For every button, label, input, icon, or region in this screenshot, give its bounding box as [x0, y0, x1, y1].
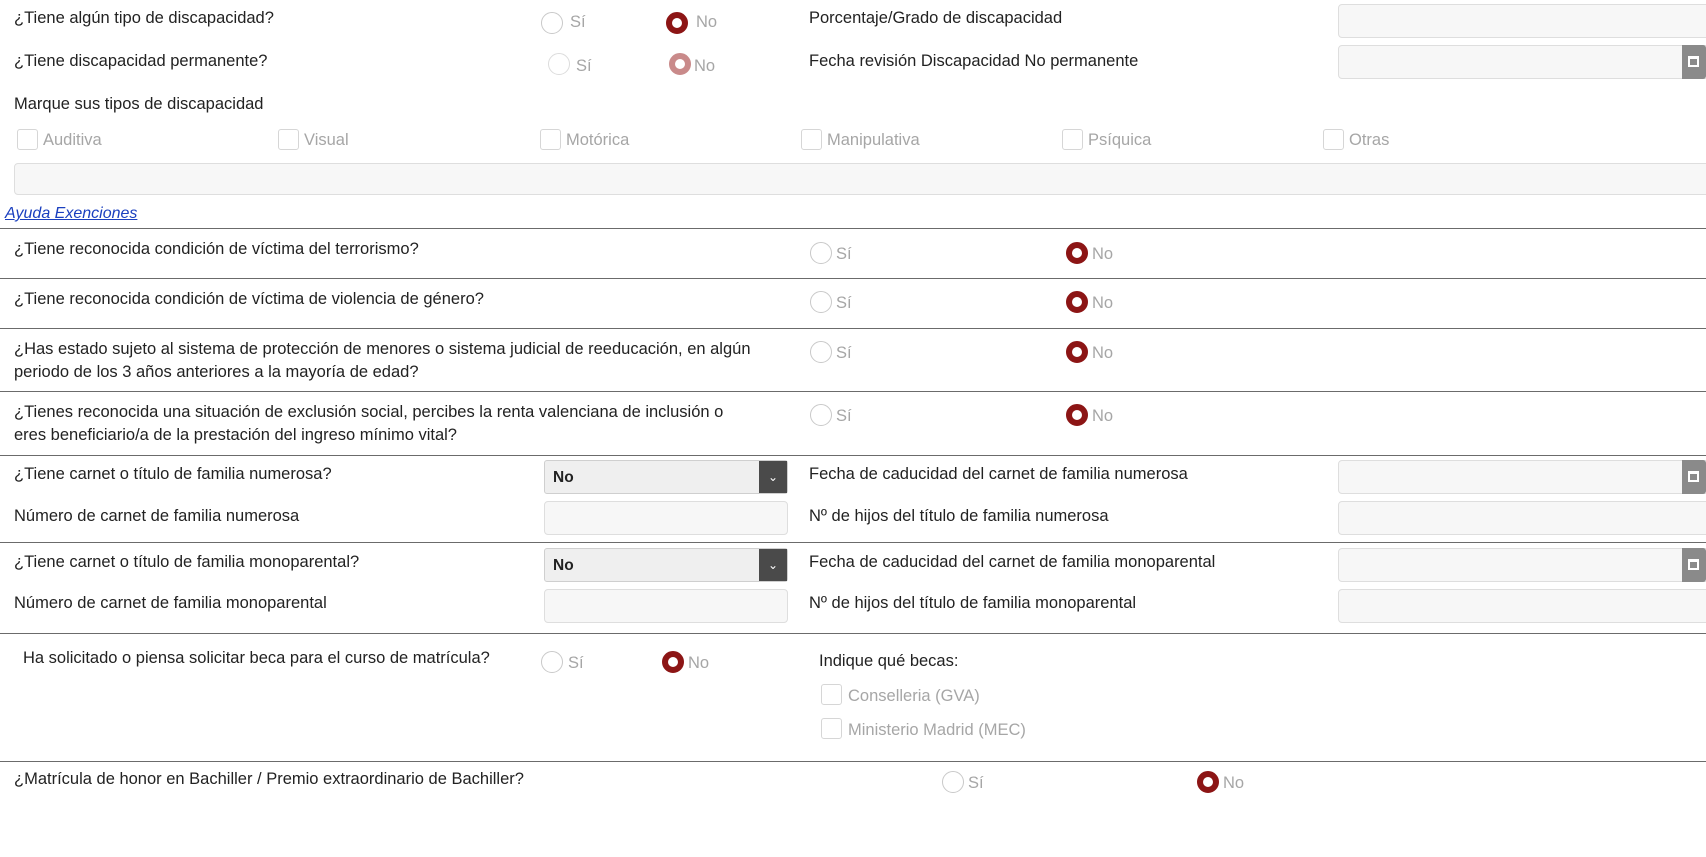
matricula-si-label: Sí — [968, 774, 984, 792]
beca-no-radio[interactable] — [662, 651, 684, 673]
tipo-otras-label: Otras — [1349, 131, 1390, 149]
exclusion-no-radio[interactable] — [1066, 404, 1088, 426]
indique-becas-label: Indique qué becas: — [819, 652, 959, 670]
beca-si-radio[interactable] — [541, 651, 563, 673]
tipo-manipulativa-checkbox[interactable] — [801, 129, 822, 150]
q-exclusion-social: ¿Tienes reconocida una situación de excl… — [14, 403, 724, 444]
terrorismo-si-label: Sí — [836, 245, 852, 263]
tipo-psiquica-label: Psíquica — [1088, 131, 1152, 149]
discapacidad-si-label: Sí — [570, 13, 586, 31]
beca-gva-checkbox[interactable] — [821, 684, 842, 705]
chevron-down-icon: ⌄ — [759, 461, 787, 493]
tipo-auditiva-label: Auditiva — [43, 131, 102, 149]
beca-mec-checkbox[interactable] — [821, 718, 842, 739]
menores-no-radio[interactable] — [1066, 341, 1088, 363]
q-victima-terrorismo: ¿Tiene reconocida condición de víctima d… — [14, 240, 419, 258]
beca-si-label: Sí — [568, 654, 584, 672]
divider — [0, 455, 1706, 456]
fecha-caducidad-numerosa-label: Fecha de caducidad del carnet de familia… — [809, 465, 1188, 483]
familia-numerosa-select-value: No — [553, 469, 574, 486]
permanente-no-label: No — [694, 57, 716, 75]
violencia-si-radio[interactable] — [810, 291, 832, 313]
q-familia-numerosa: ¿Tiene carnet o título de familia numero… — [14, 465, 332, 483]
permanente-si-radio[interactable] — [548, 53, 570, 75]
exclusion-no-label: No — [1092, 407, 1114, 425]
matricula-no-label: No — [1223, 774, 1245, 792]
tipo-psiquica-checkbox[interactable] — [1062, 129, 1083, 150]
numero-carnet-monoparental-input[interactable] — [544, 589, 788, 623]
tipo-auditiva-checkbox[interactable] — [17, 129, 38, 150]
tipo-visual-label: Visual — [304, 131, 349, 149]
violencia-si-label: Sí — [836, 294, 852, 312]
divider — [0, 542, 1706, 543]
familia-monoparental-select[interactable]: No ⌄ — [544, 548, 788, 582]
menores-no-label: No — [1092, 344, 1114, 362]
fecha-revision-label: Fecha revisión Discapacidad No permanent… — [809, 52, 1139, 70]
q-violencia-genero: ¿Tiene reconocida condición de víctima d… — [14, 290, 484, 308]
violencia-no-label: No — [1092, 294, 1114, 312]
calendar-icon[interactable] — [1682, 460, 1706, 494]
permanente-no-radio[interactable] — [669, 53, 691, 75]
porcentaje-label: Porcentaje/Grado de discapacidad — [809, 9, 1063, 27]
tipos-label: Marque sus tipos de discapacidad — [14, 95, 264, 113]
chevron-down-icon: ⌄ — [759, 549, 787, 581]
tipo-visual-checkbox[interactable] — [278, 129, 299, 150]
menores-si-radio[interactable] — [810, 341, 832, 363]
numero-carnet-monoparental-label: Número de carnet de familia monoparental — [14, 594, 327, 612]
matricula-si-radio[interactable] — [942, 771, 964, 793]
q-discapacidad: ¿Tiene algún tipo de discapacidad? — [14, 9, 274, 27]
hijos-monoparental-label: Nº de hijos del título de familia monopa… — [809, 594, 1137, 612]
divider — [0, 633, 1706, 634]
tipo-otras-checkbox[interactable] — [1323, 129, 1344, 150]
calendar-icon[interactable] — [1682, 548, 1706, 582]
fecha-caducidad-monoparental-label: Fecha de caducidad del carnet de familia… — [809, 553, 1216, 571]
ayuda-exenciones-link[interactable]: Ayuda Exenciones — [5, 204, 137, 224]
calendar-icon[interactable] — [1682, 45, 1706, 79]
permanente-si-label: Sí — [576, 57, 592, 75]
terrorismo-si-radio[interactable] — [810, 242, 832, 264]
divider — [0, 278, 1706, 279]
tipo-motorica-checkbox[interactable] — [540, 129, 561, 150]
hijos-numerosa-input[interactable] — [1338, 501, 1706, 535]
divider — [0, 391, 1706, 392]
exclusion-si-radio[interactable] — [810, 404, 832, 426]
q-proteccion-menores: ¿Has estado sujeto al sistema de protecc… — [14, 340, 751, 381]
exclusion-si-label: Sí — [836, 407, 852, 425]
discapacidad-no-label: No — [696, 13, 718, 31]
tipo-manipulativa-label: Manipulativa — [827, 131, 920, 149]
beca-gva-label: Conselleria (GVA) — [848, 687, 980, 705]
tipo-motorica-label: Motórica — [566, 131, 630, 149]
familia-monoparental-select-value: No — [553, 557, 574, 574]
porcentaje-input[interactable] — [1338, 4, 1706, 38]
terrorismo-no-label: No — [1092, 245, 1114, 263]
q-beca: Ha solicitado o piensa solicitar beca pa… — [23, 649, 490, 667]
otras-discapacidad-input[interactable] — [14, 163, 1706, 195]
menores-si-label: Sí — [836, 344, 852, 362]
divider — [0, 228, 1706, 229]
hijos-numerosa-label: Nº de hijos del título de familia numero… — [809, 507, 1109, 525]
q-matricula-honor: ¿Matrícula de honor en Bachiller / Premi… — [14, 770, 524, 788]
numero-carnet-numerosa-input[interactable] — [544, 501, 788, 535]
fecha-caducidad-monoparental-input[interactable] — [1338, 548, 1706, 582]
q-familia-monoparental: ¿Tiene carnet o título de familia monopa… — [14, 553, 360, 571]
violencia-no-radio[interactable] — [1066, 291, 1088, 313]
discapacidad-no-radio[interactable] — [666, 12, 688, 34]
beca-no-label: No — [688, 654, 710, 672]
q-permanente: ¿Tiene discapacidad permanente? — [14, 52, 268, 70]
divider — [0, 328, 1706, 329]
divider — [0, 761, 1706, 762]
hijos-monoparental-input[interactable] — [1338, 589, 1706, 623]
familia-numerosa-select[interactable]: No ⌄ — [544, 460, 788, 494]
discapacidad-si-radio[interactable] — [541, 12, 563, 34]
numero-carnet-numerosa-label: Número de carnet de familia numerosa — [14, 507, 300, 525]
fecha-caducidad-numerosa-input[interactable] — [1338, 460, 1706, 494]
fecha-revision-input[interactable] — [1338, 45, 1706, 79]
beca-mec-label: Ministerio Madrid (MEC) — [848, 721, 1026, 739]
matricula-no-radio[interactable] — [1197, 771, 1219, 793]
terrorismo-no-radio[interactable] — [1066, 242, 1088, 264]
